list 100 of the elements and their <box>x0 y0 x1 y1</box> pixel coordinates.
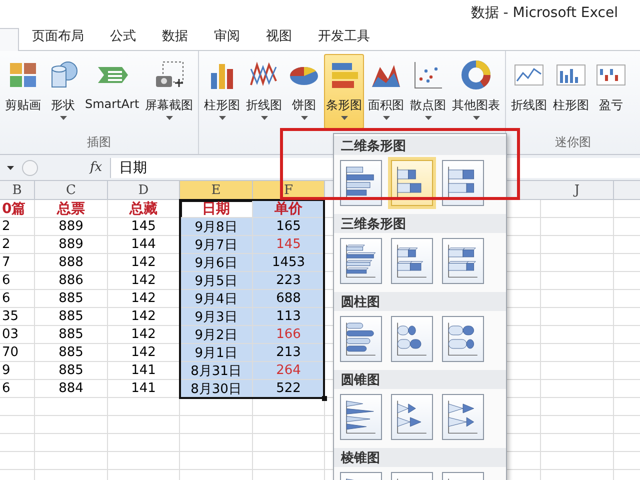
table-cell-text: 9 <box>1 362 12 379</box>
section-heading: 三维条形图 <box>341 216 406 232</box>
table-cell-text: 141 <box>130 362 157 379</box>
table-cell-text: 6 <box>1 290 12 307</box>
chart-button[interactable]: 饼图 <box>286 54 322 129</box>
table-cell: 522 <box>253 380 324 397</box>
chart-type-option[interactable] <box>442 316 484 362</box>
chart-button[interactable]: 折线图 <box>509 54 550 129</box>
table-cell: 8月31日 <box>180 362 252 379</box>
table-cell: 9月4日 <box>180 290 252 307</box>
chart-button[interactable]: 面积图 <box>366 54 406 129</box>
table-cell: 9月1日 <box>180 344 252 361</box>
chart-type-option[interactable] <box>391 394 433 440</box>
ribbon-tab[interactable]: 审阅 <box>201 25 253 50</box>
chart-button[interactable]: 散点图 <box>408 54 448 129</box>
table-cell-text: 144 <box>130 236 157 253</box>
chart-button[interactable]: 形状 <box>45 54 81 129</box>
table-cell-text: 6 <box>1 272 12 289</box>
table-cell-text: 142 <box>130 254 157 271</box>
table-cell: 9月3日 <box>180 308 252 325</box>
table-cell: 145 <box>253 236 324 253</box>
column-title: 单价 <box>253 200 324 217</box>
table-cell-text: 145 <box>130 218 157 235</box>
table-cell: 166 <box>253 326 324 343</box>
caret-icon[interactable] <box>6 166 14 170</box>
section-heading: 二维条形图 <box>341 138 406 154</box>
column-header[interactable]: E <box>180 181 253 199</box>
chart-button[interactable]: 柱形图 <box>551 54 592 129</box>
chart-type-option[interactable] <box>340 394 382 440</box>
chart-type-option[interactable] <box>340 238 382 284</box>
table-cell-text: 6 <box>1 380 12 397</box>
table-cell: 223 <box>253 272 324 289</box>
table-cell-text: 142 <box>130 308 157 325</box>
function-label[interactable]: fx <box>90 160 102 175</box>
chart-type-option[interactable] <box>340 160 382 206</box>
table-cell: 113 <box>253 308 324 325</box>
table-cell: 9月6日 <box>180 254 252 271</box>
chart-type-option[interactable] <box>391 238 433 284</box>
table-cell: 8月30日 <box>180 380 252 397</box>
chart-type-option[interactable] <box>442 160 484 206</box>
table-cell-text: 886 <box>58 272 84 289</box>
column-title: 日期 <box>180 200 252 217</box>
table-cell-text: 885 <box>58 326 84 343</box>
table-cell: 9月8日 <box>180 218 252 235</box>
table-cell-text: 70 <box>1 344 20 361</box>
table-cell: 688 <box>253 290 324 307</box>
table-cell-text: 889 <box>58 218 84 235</box>
table-cell-text: 03 <box>1 326 20 343</box>
table-cell-text: 2 <box>1 218 12 235</box>
table-cell: 1453 <box>253 254 324 271</box>
table-cell-text: 142 <box>130 344 157 361</box>
table-cell: 9月2日 <box>180 326 252 343</box>
chart-button[interactable]: 其他图表 <box>450 54 502 129</box>
table-cell-text: 141 <box>130 380 157 397</box>
chart-type-option[interactable] <box>442 394 484 440</box>
chart-type-option[interactable] <box>442 238 484 284</box>
ribbon-tab[interactable]: 公式 <box>97 25 149 50</box>
table-cell-text: 2 <box>1 236 12 253</box>
table-cell: 9月5日 <box>180 272 252 289</box>
column-title: 0篇 <box>1 200 27 217</box>
table-cell-text: 885 <box>58 290 84 307</box>
chart-button[interactable]: SmartArt <box>83 54 142 129</box>
table-cell-text: 885 <box>58 362 84 379</box>
table-cell-text: 885 <box>58 344 84 361</box>
table-cell: 165 <box>253 218 324 235</box>
group-label: 迷你图 <box>555 135 592 149</box>
window-title: 数据 - Microsoft Excel <box>470 4 618 22</box>
chart-type-option[interactable] <box>391 160 433 206</box>
chart-button[interactable]: 屏幕截图 <box>143 54 196 129</box>
scatter-chart-icon <box>412 59 444 91</box>
chart-button[interactable]: 条形图 <box>324 54 364 129</box>
section-heading: 棱锥图 <box>341 450 380 466</box>
table-cell-text: 884 <box>58 380 84 397</box>
section-heading: 圆柱图 <box>341 294 380 310</box>
ribbon-tab[interactable]: 页面布局 <box>19 25 97 50</box>
column-title: 总藏 <box>128 200 158 217</box>
table-cell-text: 889 <box>58 236 84 253</box>
section-heading: 圆锥图 <box>341 372 380 388</box>
table-cell-text: 7 <box>1 254 12 271</box>
table-cell-text: 888 <box>58 254 84 271</box>
chart-button[interactable]: 柱形图 <box>202 54 242 129</box>
table-cell-text: 35 <box>1 308 20 325</box>
table-cell: 264 <box>253 362 324 379</box>
column-title: 总票 <box>56 200 86 217</box>
ribbon-tab[interactable]: 视图 <box>253 25 305 50</box>
chart-type-option[interactable] <box>340 316 382 362</box>
table-cell-text: 885 <box>58 308 84 325</box>
table-cell: 9月7日 <box>180 236 252 253</box>
donut-chart-icon <box>460 59 492 91</box>
group-label: 插图 <box>87 135 112 149</box>
table-cell: 213 <box>253 344 324 361</box>
chart-type-option[interactable] <box>391 316 433 362</box>
table-cell-text: 142 <box>130 272 157 289</box>
ribbon-tab[interactable]: 开发工具 <box>305 25 383 50</box>
table-cell-text: 142 <box>130 326 157 343</box>
chart-button[interactable]: 折线图 <box>244 54 284 129</box>
chart-button[interactable]: 剪贴画 <box>3 54 43 129</box>
chart-button[interactable]: 盈亏 <box>593 54 630 129</box>
ribbon-tab[interactable]: 数据 <box>149 25 201 50</box>
table-cell-text: 142 <box>130 290 157 307</box>
